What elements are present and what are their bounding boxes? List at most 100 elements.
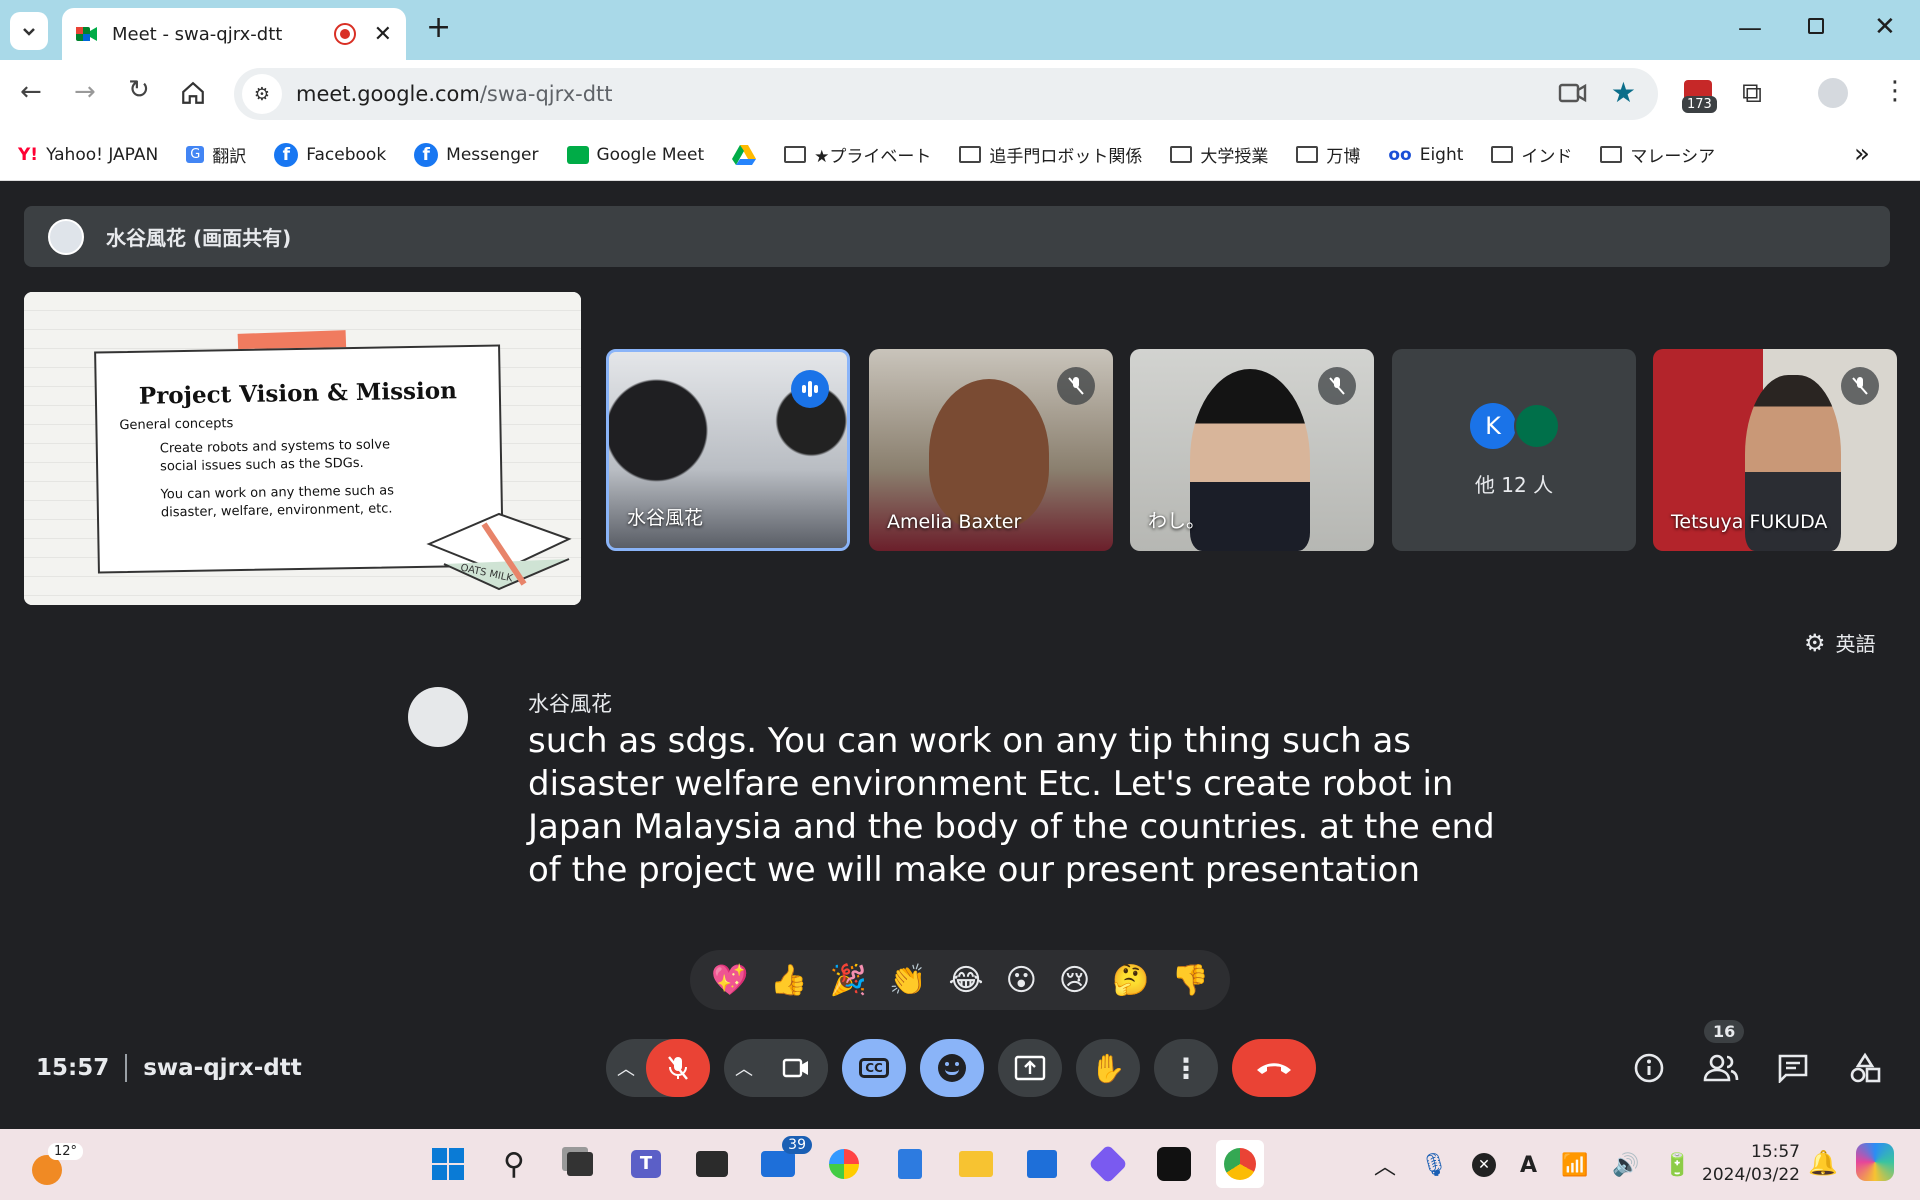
participant-tile-others[interactable]: K 他 12 人 [1392,349,1636,551]
new-tab-button[interactable]: + [426,10,451,45]
raise-hand-button[interactable]: ✋ [1076,1039,1140,1097]
participant-tile[interactable]: Amelia Baxter [869,349,1113,551]
bookmark-eight[interactable]: oo Eight [1388,145,1463,165]
start-button[interactable] [424,1140,472,1188]
restore-button[interactable] [1808,18,1824,34]
present-screen-button[interactable] [998,1039,1062,1097]
reaction-bar: 💖 👍 🎉 👏 😂 😮 😢 🤔 👎 [690,950,1230,1010]
captions-button[interactable]: CC [842,1039,906,1097]
show-hidden-icons-button[interactable]: ︿ [1374,1149,1396,1181]
bookmark-folder-india[interactable]: インド [1491,142,1572,167]
mic-muted-icon [1841,367,1879,405]
bookmark-folder-malaysia[interactable]: マレーシア [1600,142,1715,167]
webex-icon[interactable] [1150,1140,1198,1188]
back-button[interactable]: ← [20,77,42,107]
reaction-thumbs-up[interactable]: 👍 [770,963,807,998]
bookmark-messenger[interactable]: f Messenger [414,142,539,167]
people-button[interactable]: 16 [1698,1020,1745,1096]
bookmark-star-icon[interactable]: ★ [1611,76,1636,109]
folder-icon [959,146,982,163]
store-icon[interactable] [1018,1140,1066,1188]
participant-tile-speaker[interactable]: 水谷風花 [606,349,850,551]
reaction-heart[interactable]: 💖 [711,963,748,998]
shared-screen-slide[interactable]: Project Vision & Mission General concept… [24,292,581,605]
close-icon[interactable]: ✕ [374,22,392,47]
bookmark-folder-university[interactable]: 大学授業 [1170,142,1268,167]
minimize-button[interactable]: — [1738,14,1762,42]
camera-permission-icon[interactable] [1558,80,1588,110]
video-options-button[interactable]: ︿ [724,1039,764,1097]
paint-icon[interactable] [820,1140,868,1188]
chat-icon [1778,1054,1808,1083]
close-circle-icon[interactable]: ✕ [1471,1153,1496,1177]
extensions-puzzle-icon[interactable]: ⧉ [1742,76,1762,110]
battery-icon[interactable]: 🔋 [1664,1153,1691,1178]
presenter-label: 水谷風花 (画面共有) [106,226,292,250]
bookmark-yahoo[interactable]: Y! Yahoo! JAPAN [18,145,158,165]
bookmark-facebook[interactable]: f Facebook [274,142,386,167]
copilot-app-icon[interactable] [1084,1140,1132,1188]
browser-menu-icon[interactable]: ⋮ [1882,76,1908,106]
activities-button[interactable] [1842,1040,1888,1096]
extension-calendar-button[interactable]: 173 [1682,80,1717,113]
meeting-details-button[interactable] [1626,1040,1672,1096]
file-explorer-icon[interactable] [952,1140,1000,1188]
leave-call-button[interactable] [1232,1039,1316,1097]
search-icon[interactable]: ⚲ [490,1140,538,1188]
forward-button[interactable]: → [74,77,96,107]
reaction-party[interactable]: 🎉 [830,963,867,998]
clock[interactable]: 15:57 2024/03/22 [1700,1141,1800,1187]
mic-muted-icon [1057,367,1095,405]
home-button[interactable] [180,80,206,110]
tab-search-button[interactable] [10,12,48,50]
meeting-time: 15:57 [36,1055,110,1081]
site-info-icon[interactable]: ⚙ [242,74,282,114]
ime-icon[interactable]: A [1520,1153,1537,1178]
audio-options-button[interactable]: ︿ [606,1039,646,1097]
slide-bullet-2: You can work on any theme such as disast… [160,483,395,521]
reaction-clap[interactable]: 👏 [889,963,926,998]
reaction-laugh[interactable]: 😂 [949,963,984,998]
bookmark-translate[interactable]: G 翻訳 [186,142,246,167]
chrome-icon[interactable] [1216,1140,1264,1188]
microphone-icon[interactable]: 🎙 [1420,1153,1448,1178]
bookmark-folder-robot[interactable]: 追手門ロボット関係 [959,142,1142,167]
wifi-icon[interactable]: 📶 [1561,1153,1588,1178]
weather-widget[interactable]: 12° [32,1143,92,1189]
reaction-thinking[interactable]: 🤔 [1112,963,1149,998]
window-close-button[interactable]: ✕ [1874,12,1896,42]
bookmark-drive[interactable] [732,144,757,166]
participant-tile[interactable]: わし。 [1130,349,1374,551]
profile-avatar[interactable] [1818,78,1848,108]
participant-tile[interactable]: Tetsuya FUKUDA [1653,349,1897,551]
bookmark-folder-expo[interactable]: 万博 [1296,142,1360,167]
reload-button[interactable]: ↻ [128,75,150,105]
notepad-icon[interactable] [886,1140,934,1188]
bookmarks-bar: Y! Yahoo! JAPAN G 翻訳 f Facebook f Messenger … [0,129,1920,181]
mic-off-icon [668,1056,688,1080]
bookmark-google-meet[interactable]: Google Meet [566,145,704,165]
address-bar[interactable]: ⚙ meet.google.com/swa-qjrx-dtt ★ [234,68,1658,120]
reaction-thumbs-down[interactable]: 👎 [1172,963,1209,998]
more-bookmarks-icon[interactable]: » [1854,139,1870,169]
reaction-surprised[interactable]: 😮 [1006,963,1037,998]
copilot-icon[interactable] [1856,1143,1894,1181]
camera-button[interactable] [764,1039,828,1097]
weather-temp: 12° [48,1143,84,1160]
volume-icon[interactable]: 🔊 [1612,1153,1639,1178]
chat-button[interactable] [1770,1040,1816,1096]
browser-tab[interactable]: Meet - swa-qjrx-dtt ✕ [62,8,406,60]
mail-icon[interactable]: 39 [754,1136,812,1188]
notification-bell-icon[interactable]: 🔔 [1808,1149,1838,1177]
bookmark-folder-private[interactable]: ★プライベート [784,142,931,167]
terminal-icon[interactable] [688,1140,736,1188]
caption-language-button[interactable]: ⚙ 英語 [1804,628,1876,657]
teams-icon[interactable]: T [622,1140,670,1188]
audio-wave-icon [802,381,818,397]
reactions-button[interactable] [920,1039,984,1097]
task-view-icon[interactable] [556,1140,604,1188]
participant-video [1190,369,1310,551]
more-options-button[interactable]: ⋮ [1154,1039,1218,1097]
reaction-sad[interactable]: 😢 [1059,963,1090,998]
microphone-button[interactable] [646,1039,710,1097]
